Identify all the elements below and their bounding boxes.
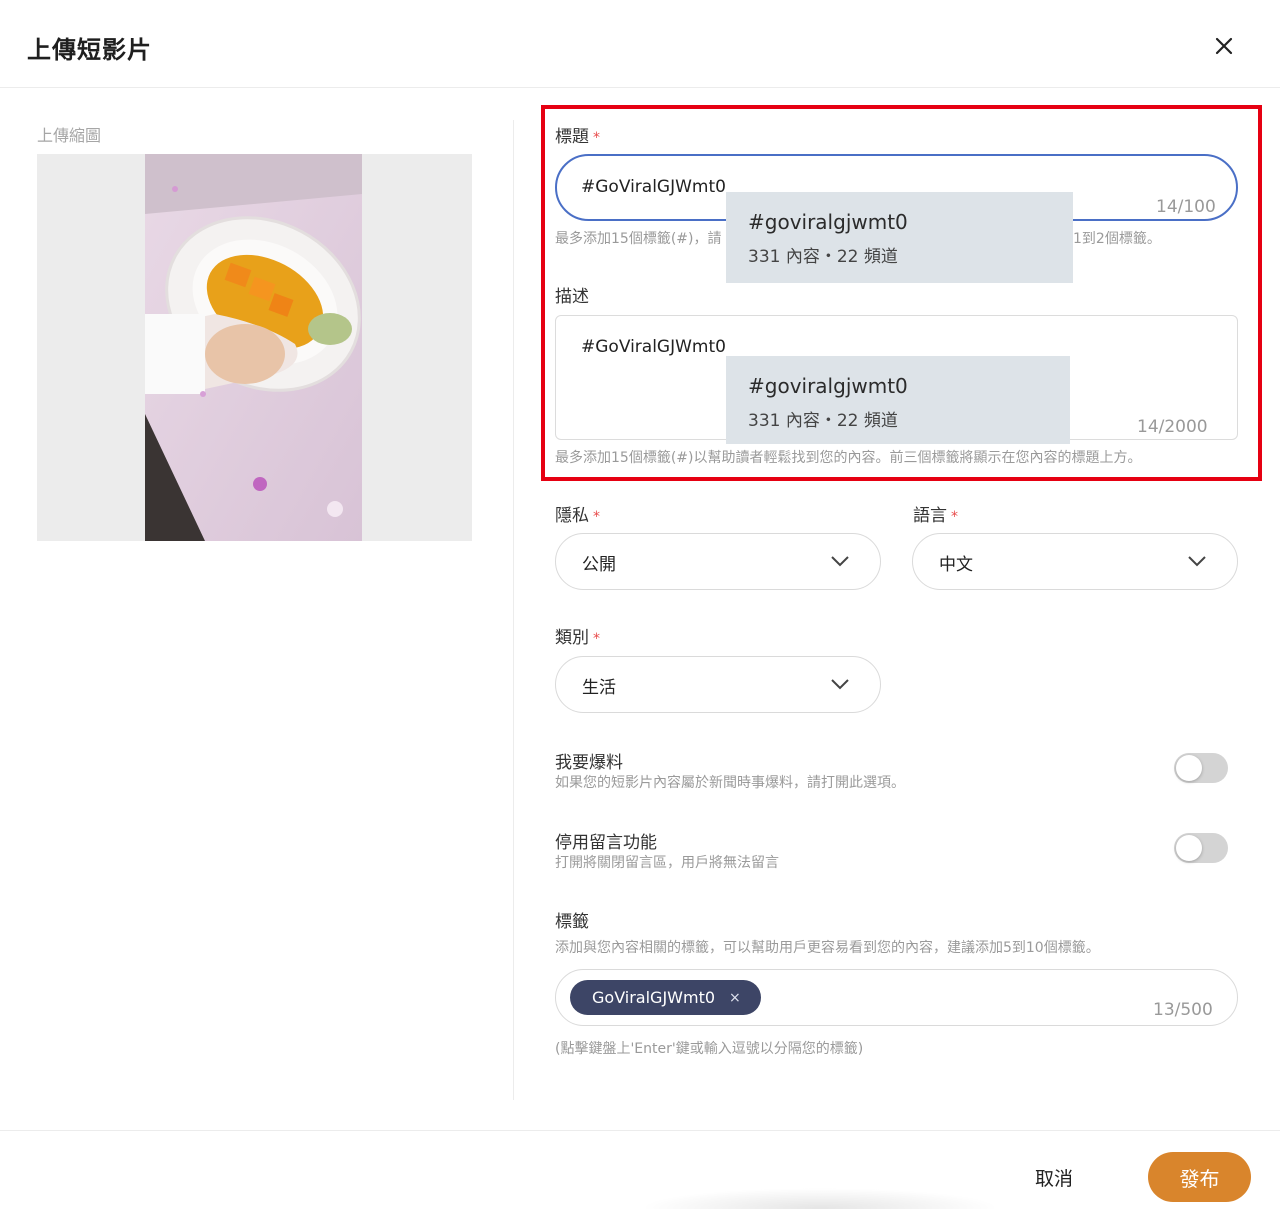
required-mark: * [951,509,958,525]
toggle-knob [1176,835,1202,861]
disable-comments-title: 停用留言功能 [555,833,657,853]
dialog-header: 上傳短影片 [0,0,1280,88]
description-label: 描述 [555,287,589,307]
category-select[interactable]: 生活 [555,656,881,713]
description-hint: 最多添加15個標籤(#)以幫助讀者輕鬆找到您的內容。前三個標籤將顯示在您內容的標… [555,450,1142,466]
chevron-down-icon [831,679,849,690]
required-mark: * [593,130,600,146]
tags-input[interactable]: GoViralGJWmt0 × [555,969,1238,1026]
suggestion-tag: #goviralgjwmt0 [748,210,908,234]
breaking-news-title: 我要爆料 [555,753,623,773]
language-label: 語言 * [913,506,958,526]
description-counter: 14/2000 [1137,417,1208,437]
tags-counter: 13/500 [1153,1000,1213,1020]
category-value: 生活 [582,678,616,698]
privacy-label: 隱私 * [555,506,600,526]
toggle-knob [1176,755,1202,781]
required-mark: * [593,631,600,647]
chevron-down-icon [1188,556,1206,567]
suggestion-meta: 331 內容・22 頻道 [748,247,898,267]
title-hint-left: 最多添加15個標籤(#)，請 [555,231,722,247]
video-thumbnail-image [145,154,362,541]
title-label: 標題 * [555,127,600,147]
cancel-button[interactable]: 取消 [1018,1156,1090,1198]
tag-chip: GoViralGJWmt0 × [570,980,761,1015]
required-mark: * [593,509,600,525]
category-label: 類別 * [555,628,600,648]
description-value: #GoViralGJWmt0 [581,337,726,357]
breaking-news-desc: 如果您的短影片內容屬於新聞時事爆料，請打開此選項。 [555,775,905,791]
privacy-select[interactable]: 公開 [555,533,881,590]
suggestion-meta: 331 內容・22 頻道 [748,411,898,431]
language-value: 中文 [939,555,973,575]
language-select[interactable]: 中文 [912,533,1238,590]
column-divider [513,120,514,1100]
chevron-down-icon [831,556,849,567]
thumbnail-upload-area[interactable] [37,154,472,541]
title-counter: 14/100 [1156,197,1216,217]
title-input-value: #GoViralGJWmt0 [581,177,726,197]
title-hashtag-suggestion[interactable]: #goviralgjwmt0 331 內容・22 頻道 [726,192,1073,283]
breaking-news-toggle[interactable] [1174,753,1228,783]
tags-hint: (點擊鍵盤上'Enter'鍵或輸入逗號以分隔您的標籤) [555,1041,864,1057]
close-icon[interactable] [1208,30,1240,62]
description-hashtag-suggestion[interactable]: #goviralgjwmt0 331 內容・22 頻道 [726,356,1070,444]
dialog-title: 上傳短影片 [27,36,152,64]
tags-desc: 添加與您內容相關的標籤，可以幫助用戶更容易看到您的內容，建議添加5到10個標籤。 [555,940,1100,956]
disable-comments-desc: 打開將關閉留言區，用戶將無法留言 [555,855,779,871]
publish-button[interactable]: 發布 [1148,1152,1251,1202]
tags-label: 標籤 [555,912,589,932]
thumbnail-label: 上傳縮圖 [37,126,102,145]
shadow-decoration [640,1188,1000,1209]
tag-chip-label: GoViralGJWmt0 [592,988,716,1007]
privacy-value: 公開 [582,555,616,575]
title-hint-right: 1到2個標籤。 [1073,231,1161,247]
suggestion-tag: #goviralgjwmt0 [748,374,908,398]
footer-divider [0,1130,1280,1131]
disable-comments-toggle[interactable] [1174,833,1228,863]
tag-chip-remove-icon[interactable]: × [729,990,741,1006]
